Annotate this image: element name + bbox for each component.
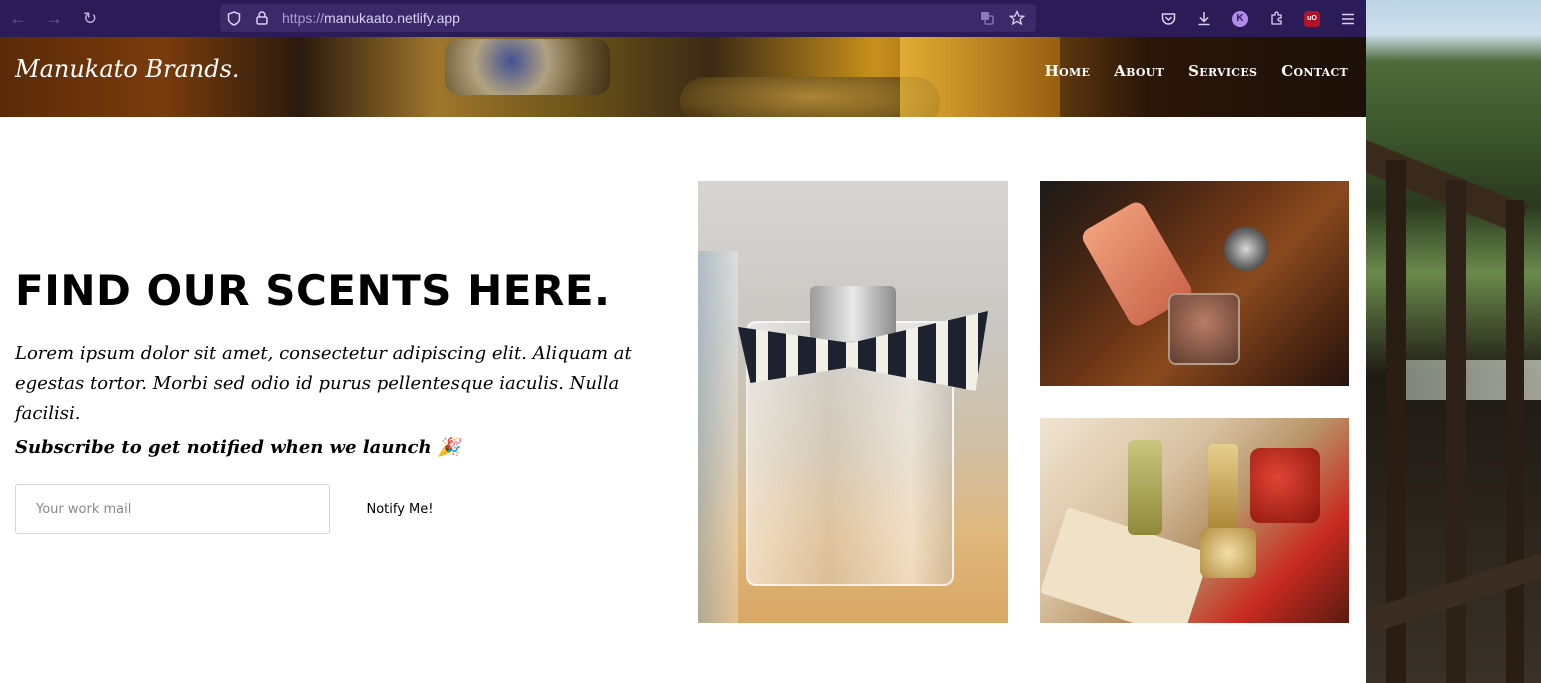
bookmark-star-icon[interactable] bbox=[1002, 10, 1032, 26]
tie-watch-perfume-photo bbox=[1040, 181, 1349, 386]
download-icon[interactable] bbox=[1186, 0, 1222, 37]
photo-bottle-cap bbox=[810, 286, 896, 341]
nav-about[interactable]: About bbox=[1114, 62, 1164, 80]
nav-services[interactable]: Services bbox=[1188, 62, 1257, 80]
subscribe-text: Subscribe to get notified when we launch… bbox=[15, 437, 461, 458]
translate-icon[interactable] bbox=[972, 11, 1002, 25]
url-text[interactable]: https://manukaato.netlify.app bbox=[282, 10, 460, 26]
url-protocol: https:// bbox=[282, 10, 325, 26]
email-input[interactable] bbox=[15, 484, 330, 534]
photo-background-bottle bbox=[698, 251, 738, 623]
nav-home[interactable]: Home bbox=[1045, 62, 1091, 80]
background-desktop-window bbox=[1366, 0, 1541, 683]
main-nav: Home About Services Contact bbox=[1045, 62, 1348, 80]
header-background-photo bbox=[445, 39, 610, 95]
lock-icon[interactable] bbox=[248, 11, 276, 25]
menu-icon[interactable] bbox=[1330, 0, 1366, 37]
account-icon[interactable]: K bbox=[1222, 0, 1258, 37]
back-arrow-icon[interactable]: ← bbox=[0, 0, 36, 37]
notify-button[interactable]: Notify Me! bbox=[352, 494, 448, 524]
header-background-photo-glow bbox=[900, 37, 1060, 117]
forward-arrow-icon[interactable]: → bbox=[36, 0, 72, 37]
site-header: Manukato Brands. Home About Services Con… bbox=[0, 37, 1366, 117]
photo-perfume-bottle bbox=[1168, 293, 1240, 365]
url-host: manukaato.netlify.app bbox=[324, 10, 460, 26]
browser-toolbar: ← → ↻ https://manukaato.netlify.app K uO bbox=[0, 0, 1366, 37]
reload-icon[interactable]: ↻ bbox=[72, 0, 108, 37]
ublock-label: uO bbox=[1304, 10, 1320, 27]
profile-initial: K bbox=[1232, 10, 1248, 27]
extensions-icon[interactable] bbox=[1258, 0, 1294, 37]
hero-description: Lorem ipsum dolor sit amet, consectetur … bbox=[15, 343, 632, 424]
photo-book bbox=[1040, 507, 1211, 623]
perfume-collection-photo bbox=[1040, 418, 1349, 623]
photo-bottle-red bbox=[1250, 448, 1320, 523]
brand-logo[interactable]: Manukato Brands. bbox=[15, 55, 240, 83]
pocket-icon[interactable] bbox=[1150, 0, 1186, 37]
photo-bottle-green bbox=[1128, 440, 1162, 535]
photo-bottle-round bbox=[1200, 528, 1256, 578]
ublock-icon[interactable]: uO bbox=[1294, 0, 1330, 37]
perfume-bottle-bow-photo bbox=[698, 181, 1008, 623]
hero-title: FIND OUR SCENTS HERE. bbox=[15, 266, 611, 315]
photo-watch bbox=[1224, 227, 1268, 271]
nav-contact[interactable]: Contact bbox=[1281, 62, 1348, 80]
background-bridge-post bbox=[1506, 200, 1524, 683]
shield-icon[interactable] bbox=[220, 10, 248, 26]
address-bar[interactable]: https://manukaato.netlify.app bbox=[220, 4, 1036, 32]
